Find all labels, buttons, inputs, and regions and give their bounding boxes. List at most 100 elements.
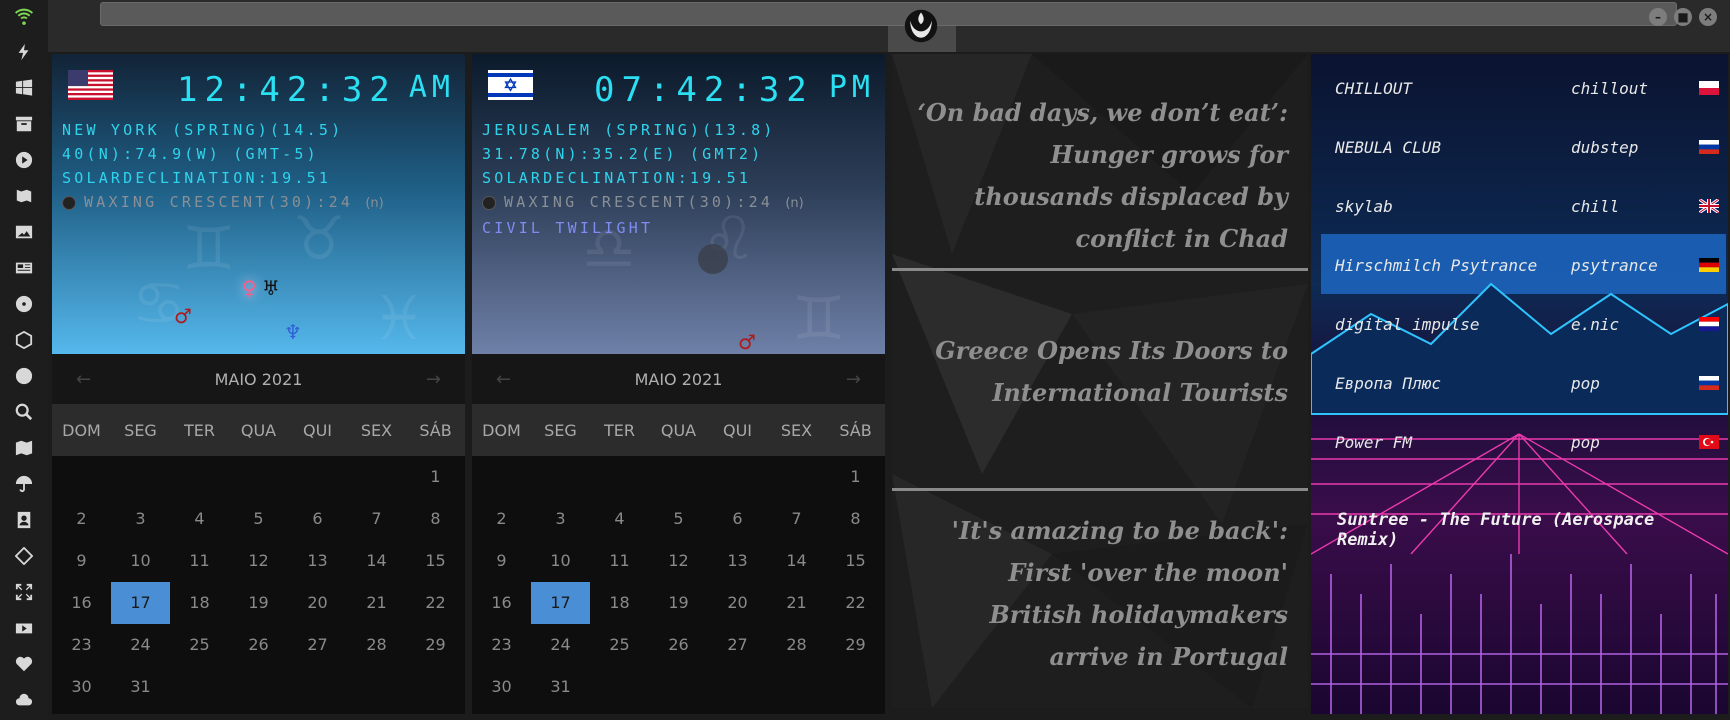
calendar-day[interactable]: 28 — [347, 624, 406, 666]
image-icon[interactable] — [14, 222, 34, 242]
calendar-day[interactable]: 15 — [406, 540, 465, 582]
calendar-day[interactable]: 21 — [347, 582, 406, 624]
search-icon[interactable] — [14, 402, 34, 422]
calendar-day[interactable]: 8 — [406, 498, 465, 540]
calendar-day[interactable]: 20 — [288, 582, 347, 624]
calendar-day[interactable]: 9 — [52, 540, 111, 582]
news-icon[interactable] — [14, 258, 34, 278]
calendar-day[interactable]: 7 — [347, 498, 406, 540]
calendar-day[interactable]: 19 — [229, 582, 288, 624]
station-row[interactable]: Европа Плюс pop — [1321, 357, 1726, 409]
next-month-arrow-icon[interactable]: → — [426, 369, 441, 390]
map-book-icon[interactable] — [14, 186, 34, 206]
maximize-button[interactable]: ■ — [1674, 8, 1692, 26]
calendar-day[interactable]: 4 — [590, 498, 649, 540]
calendar-day[interactable]: 13 — [708, 540, 767, 582]
calendar-day[interactable]: 19 — [649, 582, 708, 624]
calendar-day[interactable]: 27 — [288, 624, 347, 666]
cloud-icon[interactable] — [14, 690, 34, 710]
globe-icon[interactable] — [14, 366, 34, 386]
calendar-day[interactable]: 13 — [288, 540, 347, 582]
calendar-day[interactable]: 6 — [288, 498, 347, 540]
hexagon-icon[interactable] — [14, 330, 34, 350]
calendar-day[interactable]: 2 — [52, 498, 111, 540]
calendar-day[interactable]: 9 — [472, 540, 531, 582]
calendar-day[interactable]: 31 — [531, 666, 590, 708]
news-headline[interactable]: 'It's amazing to be back': First 'over t… — [908, 510, 1288, 678]
calendar-day[interactable]: 14 — [767, 540, 826, 582]
calendar-day[interactable]: 17 — [111, 582, 170, 624]
calendar-day[interactable]: 29 — [406, 624, 465, 666]
calendar-day[interactable]: 1 — [826, 456, 885, 498]
calendar-day[interactable]: 24 — [111, 624, 170, 666]
windows-icon[interactable] — [14, 78, 34, 98]
calendar-day[interactable]: 17 — [531, 582, 590, 624]
calendar-day[interactable]: 3 — [111, 498, 170, 540]
next-month-arrow-icon[interactable]: → — [846, 369, 861, 390]
calendar-day[interactable]: 31 — [111, 666, 170, 708]
station-row[interactable]: skylab chill — [1321, 180, 1726, 232]
calendar-day[interactable]: 2 — [472, 498, 531, 540]
calendar-day[interactable]: 4 — [170, 498, 229, 540]
calendar-day[interactable]: 22 — [406, 582, 465, 624]
calendar-day[interactable]: 25 — [590, 624, 649, 666]
news-headline[interactable]: Greece Opens Its Doors to International … — [908, 330, 1288, 414]
radioactive-icon[interactable] — [14, 294, 34, 314]
calendar-day[interactable]: 14 — [347, 540, 406, 582]
calendar-day[interactable]: 15 — [826, 540, 885, 582]
youtube-icon[interactable] — [14, 618, 34, 638]
calendar-day[interactable]: 29 — [826, 624, 885, 666]
calendar-day[interactable]: 1 — [406, 456, 465, 498]
archive-icon[interactable] — [14, 114, 34, 134]
station-row[interactable]: CHILLOUT chillout — [1321, 62, 1726, 114]
calendar-day[interactable]: 10 — [111, 540, 170, 582]
calendar-day[interactable]: 21 — [767, 582, 826, 624]
tag-icon[interactable] — [14, 546, 34, 566]
calendar-day[interactable]: 12 — [649, 540, 708, 582]
calendar-day[interactable]: 11 — [170, 540, 229, 582]
calendar-day[interactable]: 12 — [229, 540, 288, 582]
calendar-day[interactable]: 5 — [229, 498, 288, 540]
calendar-day[interactable]: 3 — [531, 498, 590, 540]
calendar-day[interactable]: 23 — [52, 624, 111, 666]
contact-icon[interactable] — [14, 510, 34, 530]
wifi-icon[interactable] — [14, 6, 34, 26]
calendar-day[interactable]: 6 — [708, 498, 767, 540]
close-button[interactable]: × — [1699, 8, 1717, 26]
calendar-day[interactable]: 8 — [826, 498, 885, 540]
rebel-alliance-logo[interactable] — [903, 8, 939, 44]
calendar-day[interactable]: 30 — [52, 666, 111, 708]
calendar-day[interactable]: 11 — [590, 540, 649, 582]
address-bar[interactable] — [100, 2, 1677, 26]
calendar-day[interactable]: 16 — [472, 582, 531, 624]
calendar-day[interactable]: 25 — [170, 624, 229, 666]
calendar-day[interactable]: 28 — [767, 624, 826, 666]
calendar-day[interactable]: 27 — [708, 624, 767, 666]
calendar-day[interactable]: 7 — [767, 498, 826, 540]
calendar-day[interactable]: 30 — [472, 666, 531, 708]
minimize-button[interactable]: – — [1649, 8, 1667, 26]
umbrella-icon[interactable] — [14, 474, 34, 494]
heart-icon[interactable] — [14, 654, 34, 674]
station-row[interactable]: Hirschmilch Psytrance psytrance — [1321, 239, 1726, 291]
station-row[interactable]: digital impulse e.nic — [1321, 298, 1726, 350]
calendar-day[interactable]: 24 — [531, 624, 590, 666]
news-headline[interactable]: ‘On bad days, we don’t eat’: Hunger grow… — [908, 92, 1288, 260]
calendar-day[interactable]: 18 — [590, 582, 649, 624]
calendar-day[interactable]: 23 — [472, 624, 531, 666]
calendar-day[interactable]: 22 — [826, 582, 885, 624]
prev-month-arrow-icon[interactable]: ← — [76, 369, 91, 390]
calendar-day[interactable]: 5 — [649, 498, 708, 540]
calendar-day[interactable]: 26 — [649, 624, 708, 666]
station-row[interactable]: Power FM pop — [1321, 416, 1726, 468]
lightning-icon[interactable] — [14, 42, 34, 62]
calendar-day[interactable]: 18 — [170, 582, 229, 624]
play-icon[interactable] — [14, 150, 34, 170]
calendar-day[interactable]: 26 — [229, 624, 288, 666]
calendar-day[interactable]: 10 — [531, 540, 590, 582]
expand-icon[interactable] — [14, 582, 34, 602]
station-row[interactable]: NEBULA CLUB dubstep — [1321, 121, 1726, 173]
calendar-day[interactable]: 16 — [52, 582, 111, 624]
prev-month-arrow-icon[interactable]: ← — [496, 369, 511, 390]
map-icon[interactable] — [14, 438, 34, 458]
